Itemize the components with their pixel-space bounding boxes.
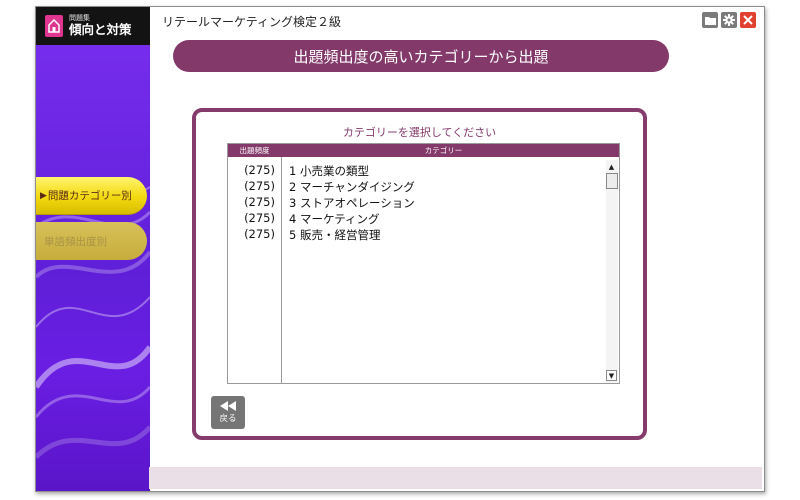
panel-title: カテゴリーを選択してください	[342, 126, 497, 139]
app-title: リテールマーケティング検定２級	[162, 15, 342, 29]
row-frequency: (275)	[244, 179, 275, 193]
sidebar-item-category[interactable]: ▶ 問題カテゴリー別	[36, 177, 147, 215]
list-item[interactable]: (275) 4 マーケティング	[228, 211, 606, 227]
row-category: 1 小売業の類型	[289, 164, 369, 178]
rewind-icon	[220, 401, 236, 411]
list-header: 出題頻度 カテゴリー	[228, 144, 619, 157]
sidebar-item-label: 問題カテゴリー別	[47, 190, 132, 202]
column-header-category: カテゴリー	[424, 146, 463, 155]
column-header-frequency: 出題頻度	[239, 146, 270, 155]
row-frequency: (275)	[244, 163, 275, 177]
list-item[interactable]: (275) 2 マーチャンダイジング	[228, 179, 606, 195]
page-banner: 出題頻出度の高いカテゴリーから出題	[173, 40, 669, 72]
sidebar: 問題集 傾向と対策 ▶ 問題カテゴリー別 単語頻出度別	[36, 7, 150, 491]
close-button[interactable]	[740, 12, 756, 28]
list-item[interactable]: (275) 5 販売・経営管理	[228, 227, 606, 243]
folder-icon	[704, 16, 716, 25]
home-icon	[45, 15, 63, 37]
scrollbar-thumb[interactable]	[606, 173, 618, 189]
row-category: 3 ストアオペレーション	[289, 196, 415, 210]
title-bar: リテールマーケティング検定２級	[150, 7, 764, 33]
row-frequency: (275)	[244, 211, 275, 225]
row-category: 4 マーケティング	[289, 212, 380, 226]
category-list[interactable]: 出題頻度 カテゴリー (275) 1 小売業の類型 (275) 2 マーチャンダ…	[227, 143, 620, 384]
scroll-down-icon[interactable]: ▼	[606, 370, 617, 381]
logo-title: 傾向と対策	[69, 22, 132, 38]
folder-button[interactable]	[702, 12, 718, 28]
settings-button[interactable]	[721, 12, 737, 28]
app-logo: 問題集 傾向と対策	[36, 7, 150, 45]
row-category: 5 販売・経営管理	[289, 228, 381, 242]
row-frequency: (275)	[244, 227, 275, 241]
vertical-scrollbar[interactable]: ▲ ▼	[606, 160, 618, 383]
scroll-up-icon[interactable]: ▲	[606, 162, 617, 173]
sidebar-item-label: 単語頻出度別	[44, 235, 107, 248]
list-item[interactable]: (275) 1 小売業の類型	[228, 163, 606, 179]
play-arrow-icon: ▶	[40, 190, 47, 201]
sidebar-item-word-frequency[interactable]: 単語頻出度別	[36, 222, 147, 260]
footer-band	[149, 467, 762, 489]
logo-subtitle: 問題集	[69, 14, 90, 23]
row-category: 2 マーチャンダイジング	[289, 180, 415, 194]
gear-icon	[723, 14, 735, 26]
close-icon	[743, 15, 753, 25]
category-panel: カテゴリーを選択してください 出題頻度 カテゴリー (275) 1 小売業の類型…	[192, 108, 647, 440]
back-button-label: 戻る	[219, 414, 237, 424]
row-frequency: (275)	[244, 195, 275, 209]
list-item[interactable]: (275) 3 ストアオペレーション	[228, 195, 606, 211]
back-button[interactable]: 戻る	[211, 396, 245, 429]
